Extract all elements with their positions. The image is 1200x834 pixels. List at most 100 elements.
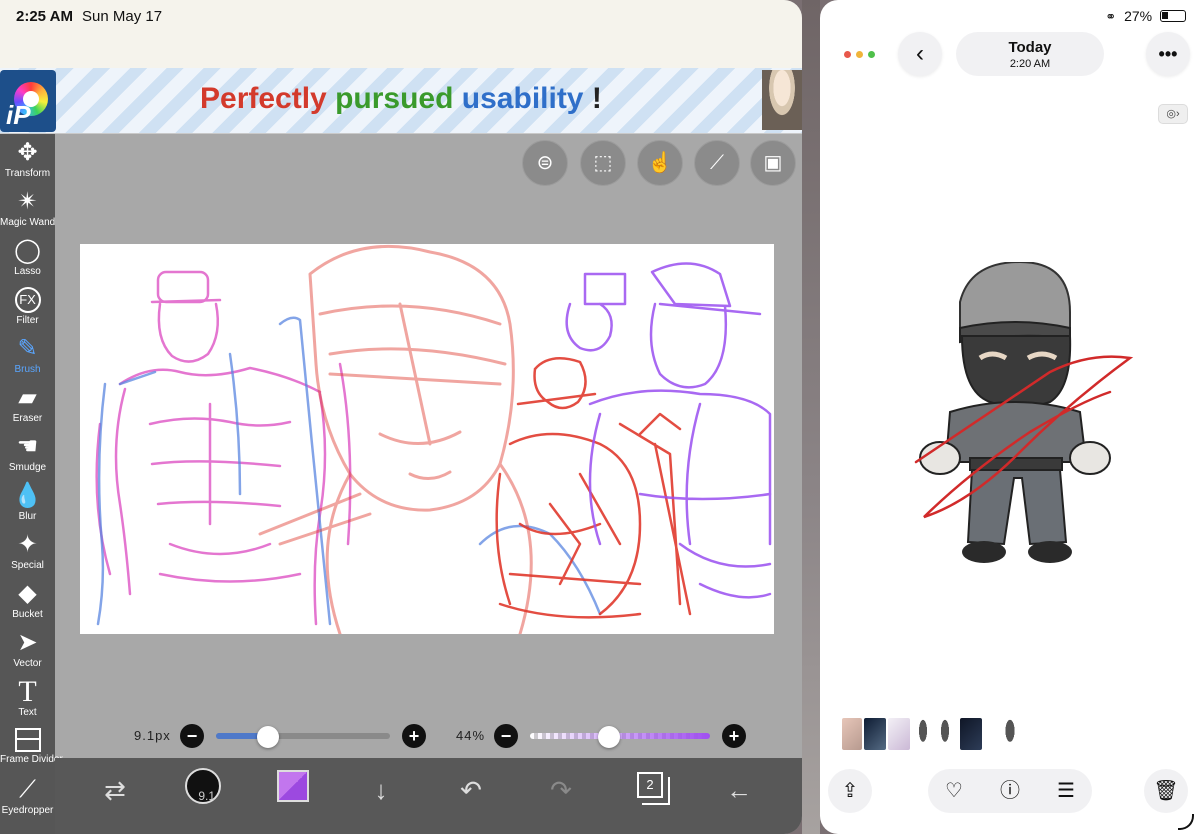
thumbnail[interactable] <box>938 718 952 750</box>
tool-label: Text <box>18 707 37 718</box>
ad-word-4: ! <box>591 82 602 115</box>
split-view-divider[interactable] <box>802 0 820 834</box>
down-arrow-icon[interactable]: ↓ <box>361 770 401 810</box>
thumbnail[interactable] <box>888 718 910 750</box>
favorite-heart-icon[interactable]: ♡ <box>932 769 976 813</box>
tool-label: Frame Divider <box>0 754 63 765</box>
quick-access-bar: ⊜ ⬚ ☝ ⟋ ▣ <box>520 140 800 186</box>
redo-icon[interactable]: ↷ <box>541 770 581 810</box>
sketch-artwork <box>95 244 772 634</box>
thumbnail[interactable] <box>842 718 862 750</box>
trash-icon[interactable]: 🗑 <box>1144 769 1188 813</box>
vector-arrow-icon: ➤ <box>17 629 38 656</box>
tool-label: Brush <box>14 364 41 375</box>
live-photo-icon[interactable]: ◎› <box>1158 104 1188 124</box>
size-increase-button[interactable]: + <box>402 724 426 748</box>
photo-date-title: Today <box>1008 39 1052 56</box>
window-menu-dots[interactable] <box>842 46 880 64</box>
tool-text[interactable]: T Text <box>0 675 55 723</box>
reference-image-icon[interactable]: ▣ <box>750 140 796 186</box>
thumbnail[interactable] <box>960 718 982 750</box>
ad-word-1: Perfectly <box>200 82 327 115</box>
ad-banner[interactable]: iP Perfectly pursued usability ! <box>0 68 802 134</box>
tool-brush[interactable]: ✎ Brush <box>0 332 55 380</box>
tool-eyedropper[interactable]: ⟋ Eyedropper <box>0 773 55 821</box>
tool-bucket[interactable]: ◆ Bucket <box>0 577 55 625</box>
brush-preview-button[interactable]: 9.1 <box>185 768 221 804</box>
info-icon[interactable]: ⓘ <box>988 769 1032 813</box>
brush-opacity-thumb[interactable] <box>598 726 620 748</box>
dot-red <box>844 51 851 58</box>
status-time: 2:25 AM <box>16 8 73 25</box>
size-decrease-button[interactable]: − <box>180 724 204 748</box>
brush-size-slider[interactable] <box>216 726 390 748</box>
tool-vector[interactable]: ➤ Vector <box>0 626 55 674</box>
thumbnail-strip[interactable] <box>842 718 1042 750</box>
home-indicator <box>1178 814 1194 830</box>
share-icon[interactable]: ⇪ <box>828 769 872 813</box>
photo-actions-bar: ⇪ ♡ ⓘ ☰ 🗑 <box>820 766 1200 816</box>
drawing-canvas[interactable] <box>80 244 774 634</box>
tool-lasso[interactable]: ◯ Lasso <box>0 234 55 282</box>
tool-palette: ✥ Transform ✴ Magic Wand ◯ Lasso FX Filt… <box>0 134 63 834</box>
touch-gesture-icon[interactable]: ☝ <box>637 140 683 186</box>
thumbnail[interactable] <box>864 718 886 750</box>
brush-opacity-slider[interactable] <box>530 726 710 748</box>
blur-drop-icon: 💧 <box>12 482 43 509</box>
text-icon: T <box>18 675 37 708</box>
top-padding <box>0 34 802 68</box>
photo-character-image[interactable] <box>910 262 1140 572</box>
opacity-decrease-button[interactable]: − <box>494 724 518 748</box>
tool-magic-wand[interactable]: ✴ Magic Wand <box>0 185 55 233</box>
ad-headline: Perfectly pursued usability ! <box>200 82 602 116</box>
thumbnail-current[interactable] <box>1002 718 1018 750</box>
tool-label: Magic Wand <box>0 217 56 228</box>
brush-size-value: 9.1px <box>134 728 171 743</box>
frame-divider-icon <box>14 728 41 752</box>
battery-percent: 27% <box>1124 8 1153 24</box>
app-logo-text: iP <box>6 100 31 130</box>
date-header: Today 2:20 AM <box>956 32 1104 76</box>
more-options-icon[interactable]: ••• <box>1146 32 1190 76</box>
tool-frame-divider[interactable]: Frame Divider <box>0 724 63 772</box>
tool-label: Filter <box>16 315 39 326</box>
link-icon: ⚭ <box>1105 9 1117 24</box>
brush-size-thumb[interactable] <box>257 726 279 748</box>
move-icon: ✥ <box>17 139 38 166</box>
tool-eraser[interactable]: ▰ Eraser <box>0 381 55 429</box>
thumbnail[interactable] <box>916 718 930 750</box>
color-swatch-button[interactable] <box>277 770 309 802</box>
tool-label: Bucket <box>12 609 43 620</box>
bucket-icon: ◆ <box>18 580 37 607</box>
tool-special[interactable]: ✦ Special <box>0 528 55 576</box>
ruler-icon[interactable]: ⟋ <box>694 140 740 186</box>
ad-character-image <box>762 70 802 130</box>
status-date: Sun May 17 <box>82 8 163 25</box>
photo-time: 2:20 AM <box>1009 58 1051 70</box>
back-chevron-icon[interactable]: ‹ <box>898 32 942 76</box>
back-arrow-icon[interactable]: ← <box>719 770 759 810</box>
adjust-sliders-icon[interactable]: ☰ <box>1044 769 1088 813</box>
opacity-increase-button[interactable]: + <box>722 724 746 748</box>
fx-icon: FX <box>14 287 41 313</box>
tool-label: Eraser <box>12 413 43 424</box>
layers-button[interactable]: 2 <box>637 772 670 805</box>
ad-word-3: usability <box>461 82 584 115</box>
status-bar-right: ⚭ 27% <box>1105 8 1186 25</box>
lasso-icon: ◯ <box>14 237 41 264</box>
brush-icon: ✎ <box>17 335 38 362</box>
tool-blur[interactable]: 💧 Blur <box>0 479 55 527</box>
tool-filter[interactable]: FX Filter <box>0 283 55 331</box>
tool-transform[interactable]: ✥ Transform <box>0 136 55 184</box>
tool-swap-icon[interactable]: ⇄ <box>95 770 135 810</box>
tool-label: Lasso <box>14 266 41 277</box>
selection-icon[interactable]: ⬚ <box>580 140 626 186</box>
brush-sliders: 9.1px − + 44% − + <box>120 724 800 748</box>
undo-icon[interactable]: ↶ <box>451 770 491 810</box>
tool-smudge[interactable]: ☚ Smudge <box>0 430 55 478</box>
dot-yellow <box>856 51 863 58</box>
tool-label: Smudge <box>8 462 47 473</box>
app-logo: iP <box>0 70 56 132</box>
toggle-settings-icon[interactable]: ⊜ <box>522 140 568 186</box>
tool-label: Vector <box>13 658 42 669</box>
